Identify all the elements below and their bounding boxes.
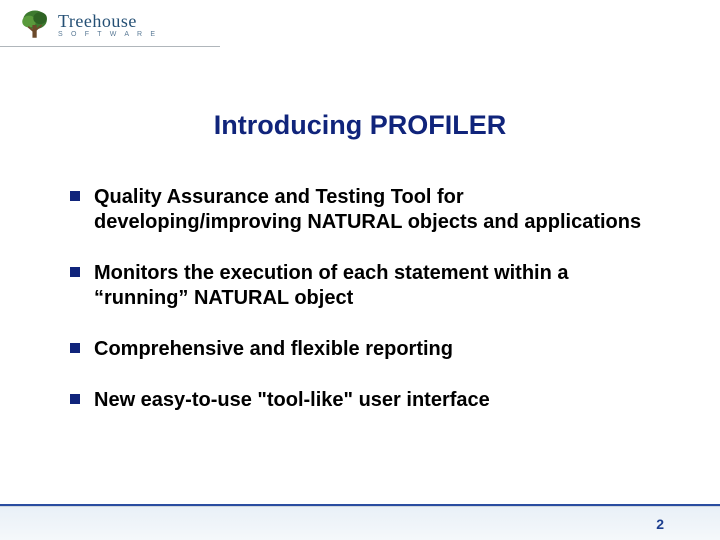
- list-item: Monitors the execution of each statement…: [70, 261, 660, 311]
- square-bullet-icon: [70, 191, 80, 201]
- footer-band: [0, 506, 720, 540]
- bullet-list: Quality Assurance and Testing Tool for d…: [70, 185, 660, 439]
- logo-divider: [0, 46, 220, 47]
- bullet-text: Quality Assurance and Testing Tool for d…: [94, 185, 660, 235]
- bullet-text: Monitors the execution of each statement…: [94, 261, 660, 311]
- logo-brand: Treehouse: [58, 12, 158, 30]
- list-item: New easy-to-use "tool-like" user interfa…: [70, 388, 660, 413]
- logo-text: Treehouse S O F T W A R E: [58, 12, 158, 38]
- slide-title: Introducing PROFILER: [0, 110, 720, 141]
- logo-subline: S O F T W A R E: [58, 31, 158, 38]
- tree-icon: [18, 8, 52, 42]
- company-logo: Treehouse S O F T W A R E: [18, 8, 158, 42]
- page-number: 2: [656, 516, 664, 532]
- square-bullet-icon: [70, 343, 80, 353]
- list-item: Comprehensive and flexible reporting: [70, 337, 660, 362]
- bullet-text: Comprehensive and flexible reporting: [94, 337, 453, 362]
- square-bullet-icon: [70, 267, 80, 277]
- list-item: Quality Assurance and Testing Tool for d…: [70, 185, 660, 235]
- square-bullet-icon: [70, 394, 80, 404]
- bullet-text: New easy-to-use "tool-like" user interfa…: [94, 388, 490, 413]
